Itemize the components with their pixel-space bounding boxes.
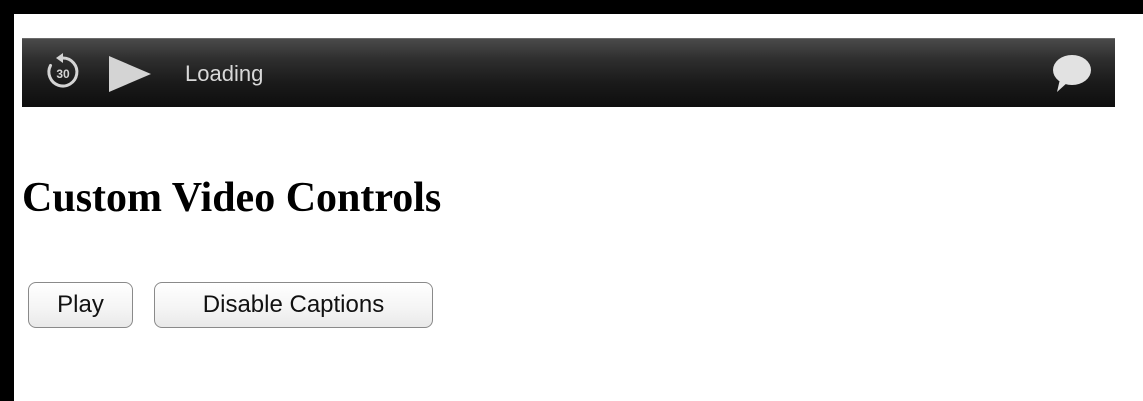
page-title: Custom Video Controls — [22, 175, 442, 221]
status-text: Loading — [185, 61, 264, 86]
video-controls-bar: 30 Loading — [22, 38, 1115, 107]
skip-back-30-svg: 30 — [47, 53, 79, 88]
play-svg — [109, 56, 151, 92]
play-icon[interactable] — [107, 56, 153, 92]
captions-svg — [1053, 55, 1091, 92]
disable-captions-button[interactable]: Disable Captions — [154, 282, 433, 328]
skip-back-amount: 30 — [56, 67, 70, 81]
skip-back-30-icon[interactable]: 30 — [44, 53, 82, 91]
play-button[interactable]: Play — [28, 282, 133, 328]
captions-icon[interactable] — [1050, 53, 1094, 95]
page-background: 30 Loading Custom Video Controls Play Di… — [0, 0, 1143, 401]
